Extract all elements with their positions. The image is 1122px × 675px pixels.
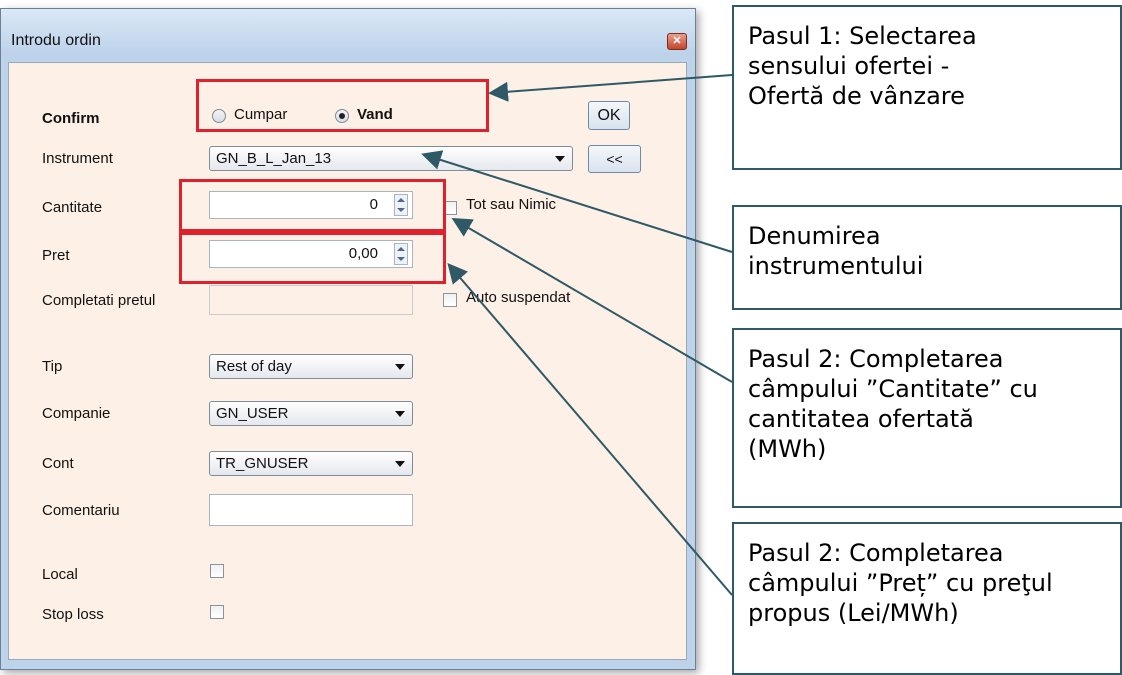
- callout-price-text: Pasul 2: Completarea câmpului ”Preț” cu …: [748, 539, 1053, 627]
- callout-step2-price: Pasul 2: Completarea câmpului ”Preț” cu …: [732, 522, 1122, 675]
- arrow-price: [447, 262, 733, 596]
- callout-step1: Pasul 1: Selectarea sensului ofertei - O…: [732, 5, 1122, 170]
- callout-instrument-name: Denumirea instrumentului: [732, 205, 1122, 310]
- callout-quantity-text: Pasul 2: Completarea câmpului ”Cantitate…: [748, 345, 1038, 463]
- arrow-step1: [488, 74, 733, 102]
- callout-instrument-text: Denumirea instrumentului: [748, 222, 924, 280]
- callout-step1-text: Pasul 1: Selectarea sensului ofertei - O…: [748, 22, 977, 110]
- callout-step2-quantity: Pasul 2: Completarea câmpului ”Cantitate…: [732, 328, 1122, 508]
- arrow-instrument: [421, 150, 733, 253]
- arrow-quantity: [451, 217, 733, 383]
